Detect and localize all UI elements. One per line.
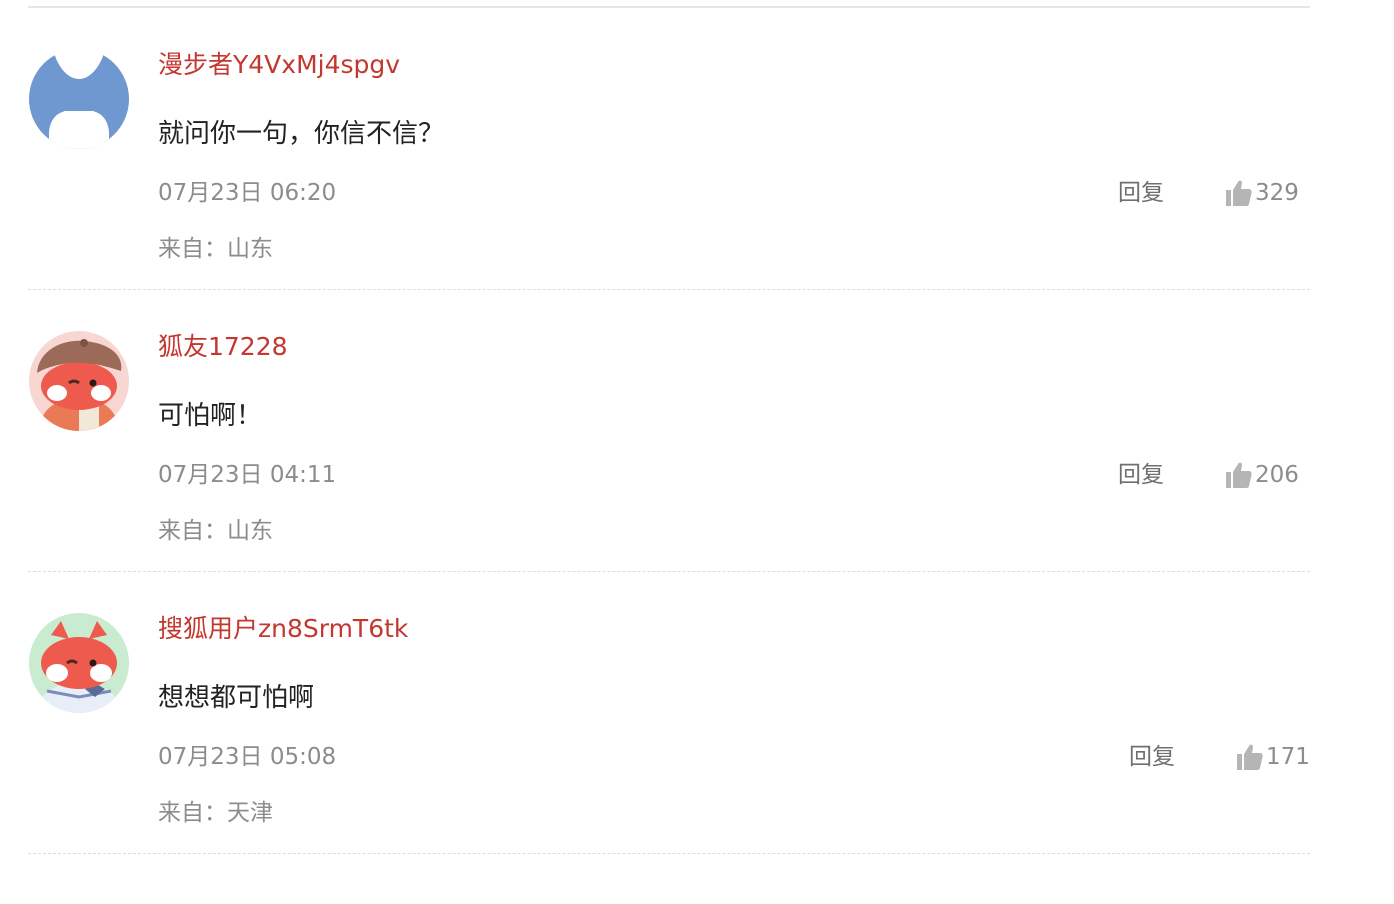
username[interactable]: 搜狐用户zn8SrmT6tk: [158, 612, 408, 646]
avatar[interactable]: [29, 331, 129, 431]
username[interactable]: 漫步者Y4VxMj4spgv: [158, 48, 400, 82]
thumbs-up-icon: [1226, 461, 1252, 489]
location-value: 天津: [227, 800, 273, 826]
location: 来自：山东: [158, 516, 273, 546]
fox-with-beret-avatar-icon: [29, 331, 129, 431]
location-label: 来自：: [158, 518, 227, 544]
location-label: 来自：: [158, 236, 227, 262]
comment-text: 想想都可怕啊: [158, 683, 315, 713]
location-value: 山东: [227, 236, 273, 262]
like-count: 206: [1255, 462, 1299, 488]
like-button[interactable]: 329: [1226, 176, 1299, 210]
location: 来自：天津: [158, 798, 273, 828]
timestamp: 07月23日 05:08: [158, 744, 337, 770]
divider: [28, 853, 1310, 854]
reply-button[interactable]: 回复: [1129, 742, 1175, 772]
like-button[interactable]: 171: [1237, 740, 1310, 774]
fox-sailor-avatar-icon: [29, 613, 129, 713]
comment-text: 可怕啊！: [158, 401, 263, 431]
comment-list: 漫步者Y4VxMj4spgv 就问你一句，你信不信？ 07月23日 06:20 …: [0, 8, 1394, 854]
timestamp: 07月23日 04:11: [158, 462, 337, 488]
comment-item: 狐友17228 可怕啊！ 07月23日 04:11 来自：山东 回复 206: [0, 290, 1394, 572]
reply-button[interactable]: 回复: [1118, 178, 1164, 208]
timestamp: 07月23日 06:20: [158, 180, 337, 206]
like-button[interactable]: 206: [1226, 458, 1299, 492]
location: 来自：山东: [158, 234, 273, 264]
thumbs-up-icon: [1226, 179, 1252, 207]
location-value: 山东: [227, 518, 273, 544]
thumbs-up-icon: [1237, 743, 1263, 771]
comment-text: 就问你一句，你信不信？: [158, 119, 445, 149]
username[interactable]: 狐友17228: [158, 330, 288, 364]
comment-item: 搜狐用户zn8SrmT6tk 想想都可怕啊 07月23日 05:08 来自：天津…: [0, 572, 1394, 854]
avatar[interactable]: [29, 49, 129, 149]
location-label: 来自：: [158, 800, 227, 826]
like-count: 329: [1255, 180, 1299, 206]
comment-item: 漫步者Y4VxMj4spgv 就问你一句，你信不信？ 07月23日 06:20 …: [0, 8, 1394, 290]
reply-button[interactable]: 回复: [1118, 460, 1164, 490]
avatar[interactable]: [29, 613, 129, 713]
like-count: 171: [1266, 744, 1310, 770]
default-cat-silhouette-avatar-icon: [29, 49, 129, 149]
